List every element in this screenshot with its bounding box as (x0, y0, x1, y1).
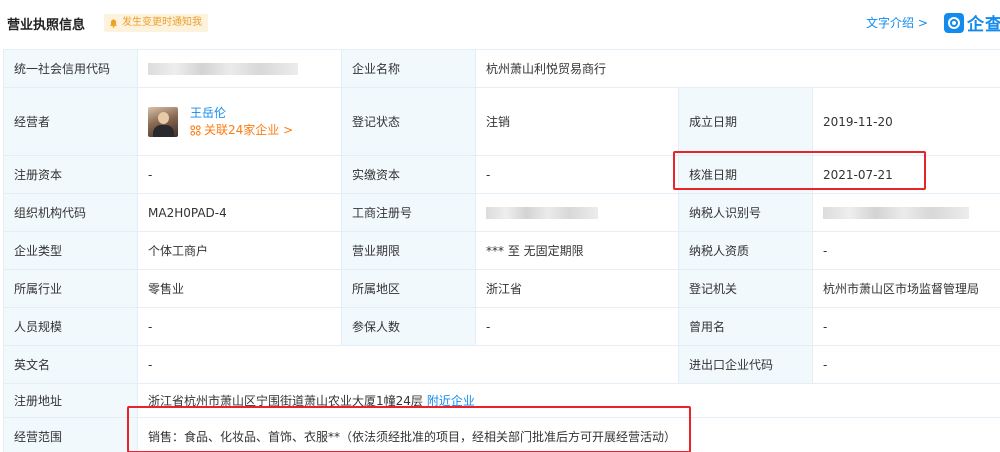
reg-capital-value: - (137, 155, 342, 194)
related-companies-link[interactable]: 关联24家企业 > (190, 122, 293, 139)
business-scope-highlight-box (127, 406, 691, 452)
staff-size-value: - (137, 307, 342, 346)
region-value: 浙江省 (475, 269, 679, 308)
section-header: 营业执照信息 发生变更时通知我 文字介绍 > 企查 (0, 0, 1000, 44)
avatar[interactable] (148, 106, 178, 137)
credit-code-redacted (148, 63, 298, 75)
biz-term-value: *** 至 无固定期限 (475, 231, 679, 270)
biz-reg-no-redacted (486, 207, 598, 219)
found-date-label: 成立日期 (678, 87, 813, 156)
company-type-value: 个体工商户 (137, 231, 342, 270)
reg-authority-label: 登记机关 (678, 269, 813, 308)
industry-label: 所属行业 (3, 269, 138, 308)
credit-code-label: 统一社会信用代码 (3, 49, 138, 88)
company-name-value: 杭州萧山利悦贸易商行 (474, 49, 1000, 88)
region-label: 所属地区 (341, 269, 476, 308)
former-name-label: 曾用名 (678, 307, 813, 346)
table-row: 英文名 - 进出口企业代码 - (3, 345, 1000, 384)
link-icon (190, 124, 201, 136)
taxpayer-id-value (811, 193, 1000, 232)
company-type-label: 企业类型 (3, 231, 138, 270)
section-title: 营业执照信息 (7, 18, 86, 33)
taxpayer-qual-value: - (811, 231, 1000, 270)
license-info-table: 统一社会信用代码 企业名称 杭州萧山利悦贸易商行 经营者 王岳伦 关联24家企业… (3, 49, 1000, 452)
operator-name-link[interactable]: 王岳伦 (190, 105, 293, 122)
operator-label: 经营者 (3, 87, 138, 156)
import-export-label: 进出口企业代码 (678, 345, 813, 384)
notify-on-change-button[interactable]: 发生变更时通知我 (104, 14, 208, 32)
found-date-value: 2019-11-20 (811, 87, 1000, 156)
org-code-label: 组织机构代码 (3, 193, 138, 232)
taxpayer-id-redacted (823, 207, 969, 219)
table-row: 经营者 王岳伦 关联24家企业 > 登记状态 注销 成立日期 2019-11-2… (3, 87, 1000, 156)
credit-code-value (137, 49, 342, 88)
insured-value: - (475, 307, 679, 346)
text-intro-link[interactable]: 文字介绍 > (866, 14, 928, 31)
approve-date-highlight-box (673, 151, 926, 190)
paid-capital-label: 实缴资本 (341, 155, 476, 194)
taxpayer-id-label: 纳税人识别号 (678, 193, 813, 232)
table-row: 统一社会信用代码 企业名称 杭州萧山利悦贸易商行 (3, 49, 1000, 88)
table-row: 所属行业 零售业 所属地区 浙江省 登记机关 杭州市萧山区市场监督管理局 (3, 269, 1000, 308)
address-label: 注册地址 (3, 383, 138, 418)
english-name-value: - (137, 345, 679, 384)
biz-term-label: 营业期限 (341, 231, 476, 270)
english-name-label: 英文名 (3, 345, 138, 384)
table-row: 企业类型 个体工商户 营业期限 *** 至 无固定期限 纳税人资质 - (3, 231, 1000, 270)
biz-reg-no-value (475, 193, 679, 232)
qcc-logo: 企查 (944, 10, 1000, 35)
table-row: 组织机构代码 MA2H0PAD-4 工商注册号 纳税人识别号 (3, 193, 1000, 232)
reg-status-value: 注销 (475, 87, 679, 156)
reg-authority-value: 杭州市萧山区市场监督管理局 (811, 269, 1000, 308)
scope-label: 经营范围 (3, 417, 138, 452)
logo-text: 企查 (967, 15, 1000, 35)
company-name-label: 企业名称 (341, 49, 476, 88)
import-export-value: - (811, 345, 1000, 384)
insured-label: 参保人数 (341, 307, 476, 346)
paid-capital-value: - (475, 155, 679, 194)
related-companies-label: 关联24家企业 > (204, 122, 294, 137)
reg-status-label: 登记状态 (341, 87, 476, 156)
industry-value: 零售业 (137, 269, 342, 308)
org-code-value: MA2H0PAD-4 (137, 193, 342, 232)
staff-size-label: 人员规模 (3, 307, 138, 346)
former-name-value: - (811, 307, 1000, 346)
biz-reg-no-label: 工商注册号 (341, 193, 476, 232)
qcc-logo-icon (944, 12, 964, 33)
bell-icon (109, 19, 118, 28)
notify-label: 发生变更时通知我 (122, 17, 202, 28)
table-row: 人员规模 - 参保人数 - 曾用名 - (3, 307, 1000, 346)
taxpayer-qual-label: 纳税人资质 (678, 231, 813, 270)
reg-capital-label: 注册资本 (3, 155, 138, 194)
operator-cell: 王岳伦 关联24家企业 > (137, 87, 342, 156)
